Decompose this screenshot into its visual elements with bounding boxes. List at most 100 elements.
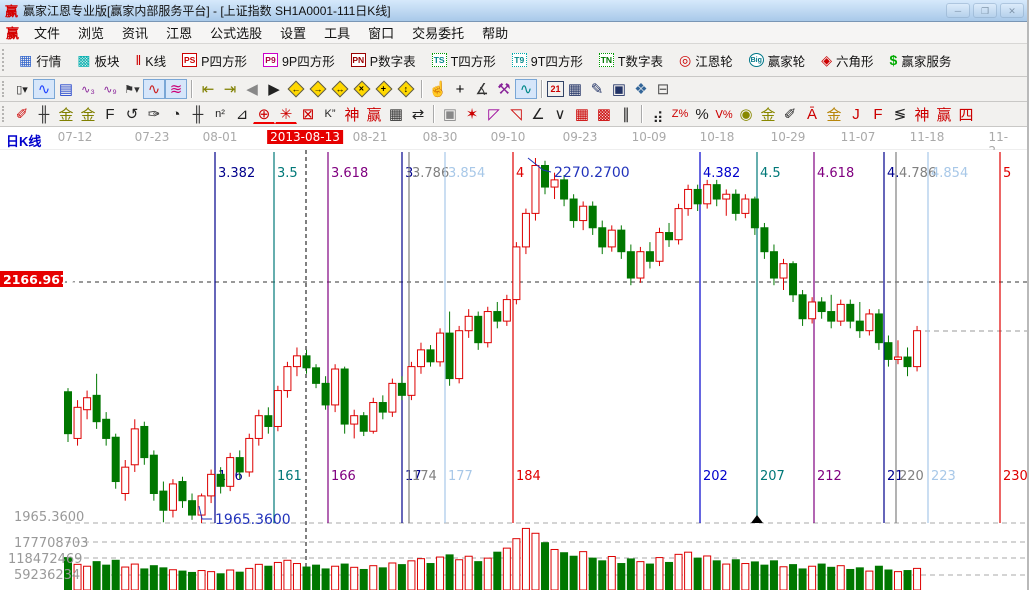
trend-angle-tool-icon[interactable]: ∠ [527, 104, 549, 124]
parallel-lines-tool-icon[interactable]: ∥ [615, 104, 637, 124]
z-percent-tool-icon[interactable]: Z% [669, 104, 691, 124]
expand-h-diamond-icon[interactable]: ↔ [329, 79, 351, 99]
9t-square-button[interactable]: T99T四方形 [504, 48, 591, 73]
window-grid-tool-icon[interactable]: ▣ [439, 104, 461, 124]
red-grid-bar-tool-icon[interactable]: ▩ [593, 104, 615, 124]
close-button[interactable]: ✕ [1000, 3, 1024, 18]
pen-bars-tool-icon[interactable]: ✐ [779, 104, 801, 124]
maximize-button[interactable]: ❐ [973, 3, 997, 18]
memo-tool-icon[interactable]: ✎ [586, 79, 608, 99]
9p-square-button[interactable]: P99P四方形 [255, 48, 343, 73]
next-bar-button-icon[interactable]: ▶ [263, 79, 285, 99]
save-tool-icon[interactable]: ▣ [608, 79, 630, 99]
winner-service-button[interactable]: $赢家服务 [882, 48, 960, 73]
gann-web-tool-icon[interactable]: ✳ [275, 104, 297, 124]
gann-wheel-button[interactable]: ◎江恩轮 [671, 48, 741, 73]
gann-tools-icon[interactable]: ⚒ [493, 79, 515, 99]
p-square-button[interactable]: PSP四方形 [174, 48, 255, 73]
menu-1[interactable]: 浏览 [69, 21, 113, 44]
gann-circle-tool-icon[interactable]: ⊕ [253, 104, 275, 124]
ying-tool-icon[interactable]: 赢 [363, 104, 385, 124]
t-square-button[interactable]: TST四方形 [424, 48, 504, 73]
percent-tool-icon[interactable]: % [691, 104, 713, 124]
n-squared-tool-icon[interactable]: n² [209, 104, 231, 124]
network-tool-icon[interactable]: ❖ [630, 79, 652, 99]
menu-6[interactable]: 工具 [315, 21, 359, 44]
cycle-circle-tool-icon[interactable]: ◔ [165, 104, 187, 124]
gold-yellow-tool-icon[interactable]: 金 [823, 104, 845, 124]
pen-tool-icon[interactable]: ✐ [11, 104, 33, 124]
menu-4[interactable]: 公式选股 [201, 21, 271, 44]
red-draw-tool-icon[interactable]: ∿ [143, 79, 165, 99]
calculator-tool-icon[interactable]: ▦ [564, 79, 586, 99]
angle-tool-icon[interactable]: ∡ [471, 79, 493, 99]
quotes-button[interactable]: ▦行情 [11, 48, 69, 73]
zigzag-draw-tool-icon[interactable]: ∿ [33, 79, 55, 99]
minimize-button[interactable]: ─ [946, 3, 970, 18]
wave-9-tool-icon[interactable]: ∿₉ [99, 79, 121, 99]
hexagon-button[interactable]: ◈六角形 [813, 48, 881, 73]
calendar-tool-icon[interactable]: 21 [547, 81, 564, 97]
menu-7[interactable]: 窗口 [359, 21, 403, 44]
shift-right-diamond-icon[interactable]: → [307, 79, 329, 99]
gold-lines-tool-icon[interactable]: 金 [757, 104, 779, 124]
info-panel-icon[interactable]: ▤ [55, 79, 77, 99]
tick-comb-tool-icon[interactable]: ╫ [33, 104, 55, 124]
menu-3[interactable]: 江恩 [157, 21, 201, 44]
menu-8[interactable]: 交易委托 [403, 21, 473, 44]
menu-0[interactable]: 文件 [25, 21, 69, 44]
k-prime-tool-icon[interactable]: K” [319, 104, 341, 124]
prev-bar-button-icon[interactable]: ◀ [241, 79, 263, 99]
shift-left-diamond-icon[interactable]: ← [285, 79, 307, 99]
print-tool-icon[interactable]: ⊟ [652, 79, 674, 99]
fan-square-tool-icon[interactable]: ◸ [483, 104, 505, 124]
grid-123-tool-icon[interactable]: ▦ [385, 104, 407, 124]
angle-line-tool-icon[interactable]: ⊿ [231, 104, 253, 124]
t-number-table-button[interactable]: TNT数字表 [591, 48, 671, 73]
p-number-table-button[interactable]: PNP数字表 [343, 48, 424, 73]
h-arrows-tool-icon[interactable]: ⇄ [407, 104, 429, 124]
f-bars-tool-icon[interactable]: F [99, 104, 121, 124]
gold-bars-tool-1-icon[interactable]: 金 [55, 104, 77, 124]
last-bar-button-icon[interactable]: ⇥ [219, 79, 241, 99]
bar-stats-tool-icon[interactable]: ⣴ [647, 104, 669, 124]
fan-rays-tool-icon[interactable]: ✶ [461, 104, 483, 124]
j-lines-tool-icon[interactable]: J [845, 104, 867, 124]
si-lines-tool-icon[interactable]: 四 [955, 104, 977, 124]
v-lines-tool-icon[interactable]: ∨ [549, 104, 571, 124]
pen-ruler-tool-icon[interactable]: ✑ [143, 104, 165, 124]
compress-diamond-icon[interactable]: × [351, 79, 373, 99]
sectors-button[interactable]: ▩板块 [69, 48, 127, 73]
gold-circle-tool-icon[interactable]: ◉ [735, 104, 757, 124]
winner-wheel-button[interactable]: Big赢家轮 [741, 48, 814, 73]
red-grid-tool-icon[interactable]: ▦ [571, 104, 593, 124]
flag-marker-dropdown-icon[interactable]: ⚑▾ [121, 79, 143, 99]
f-lines-tool-icon[interactable]: F [867, 104, 889, 124]
menu-9[interactable]: 帮助 [473, 21, 517, 44]
shen-lines-tool-icon[interactable]: 神 [911, 104, 933, 124]
gann-web-square-tool-icon[interactable]: ⊠ [297, 104, 319, 124]
menu-5[interactable]: 设置 [271, 21, 315, 44]
spiral-tool-icon[interactable]: ↺ [121, 104, 143, 124]
ying-lines-tool-icon[interactable]: 赢 [933, 104, 955, 124]
candle-style-dropdown-icon[interactable]: ▯▾ [11, 79, 33, 99]
teal-draw-tool-icon[interactable]: ∿ [515, 79, 537, 99]
v-percent-tool-icon[interactable]: Ⅴ% [713, 104, 735, 124]
wave-3-tool-icon[interactable]: ∿₃ [77, 79, 99, 99]
candlestick-chart[interactable]: 3.3821563.51613.6181663.173.7861743.8541… [0, 150, 1029, 590]
compare-lines-tool-icon[interactable]: ≶ [889, 104, 911, 124]
chart-area[interactable]: 3.3821563.51613.6181663.173.7861743.8541… [0, 150, 1029, 590]
shen-tool-icon[interactable]: 神 [341, 104, 363, 124]
colored-histogram-tool-icon[interactable]: ≋ [165, 79, 187, 99]
expand-all-diamond-icon[interactable]: + [373, 79, 395, 99]
expand-v-diamond-icon[interactable]: ↕ [395, 79, 417, 99]
menu-2[interactable]: 资讯 [113, 21, 157, 44]
gold-bars-tool-2-icon[interactable]: 金 [77, 104, 99, 124]
tick-comb-tool-2-icon[interactable]: ╫ [187, 104, 209, 124]
first-bar-button-icon[interactable]: ⇤ [197, 79, 219, 99]
crosshair-tool-icon[interactable]: + [449, 79, 471, 99]
hand-tool-icon[interactable]: ☝ [427, 79, 449, 99]
kline-button[interactable]: ‖K线 [128, 48, 175, 73]
a-lines-tool-icon[interactable]: Ā [801, 104, 823, 124]
fan-box-tool-icon[interactable]: ◹ [505, 104, 527, 124]
